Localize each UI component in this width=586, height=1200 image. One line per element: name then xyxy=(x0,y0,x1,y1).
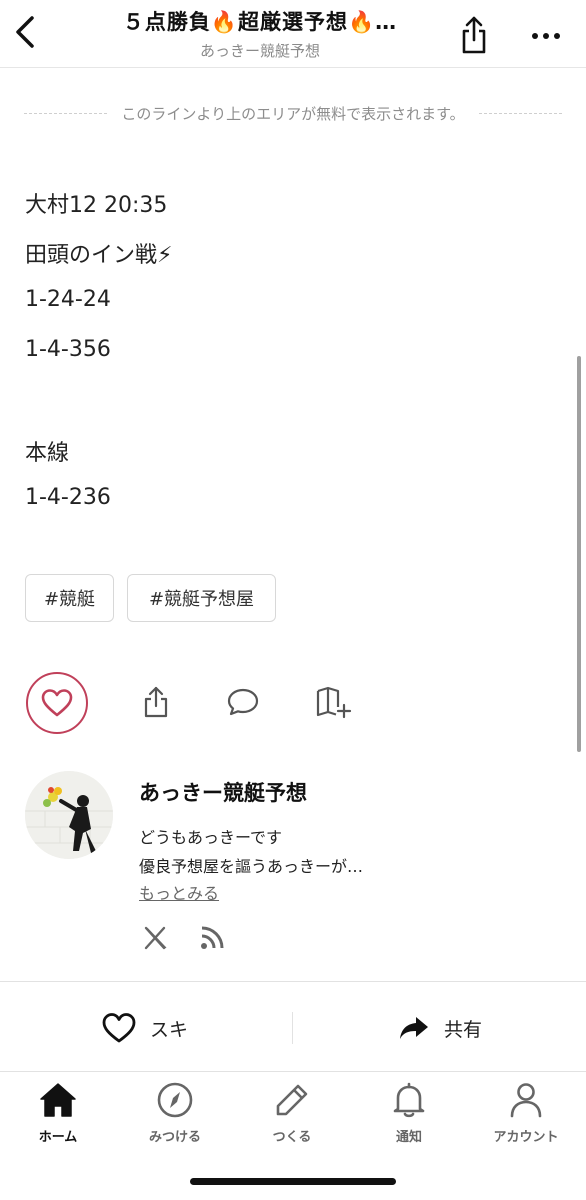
see-more-link[interactable]: もっとみる xyxy=(139,880,219,904)
comment-button[interactable] xyxy=(223,682,263,722)
more-icon xyxy=(532,33,560,39)
tab-label: みつける xyxy=(148,1130,201,1145)
share-bar-button[interactable]: 共有 xyxy=(398,1006,482,1050)
heart-icon xyxy=(41,689,73,717)
dashed-line xyxy=(24,112,108,114)
pencil-icon xyxy=(276,1084,308,1116)
body-line: 大村12 20:35 xyxy=(25,193,168,218)
add-to-magazine-button[interactable] xyxy=(313,682,353,722)
app-header: ５点勝負🔥超厳選予想🔥… あっきー競艇予想 xyxy=(0,0,586,68)
compass-icon xyxy=(157,1082,193,1118)
tab-create[interactable]: つくる xyxy=(237,1080,347,1150)
x-link[interactable] xyxy=(142,924,170,952)
creator-name[interactable]: あっきー競艇予想 xyxy=(139,777,307,807)
tab-discover[interactable]: みつける xyxy=(120,1080,230,1150)
like-bar-button[interactable]: スキ xyxy=(102,1006,188,1050)
tab-home[interactable]: ホーム xyxy=(3,1080,113,1150)
person-icon xyxy=(510,1083,542,1118)
tab-label: つくる xyxy=(272,1130,312,1145)
rss-link[interactable] xyxy=(198,924,226,952)
body-line: 1-4-236 xyxy=(25,485,111,510)
body-line: 田頭のイン戦⚡ xyxy=(25,243,173,268)
like-button[interactable] xyxy=(26,672,88,734)
more-button[interactable] xyxy=(526,22,566,50)
tab-label: ホーム xyxy=(38,1130,78,1145)
bell-icon xyxy=(393,1082,425,1118)
x-icon xyxy=(144,926,167,950)
share-arrow-icon xyxy=(400,1017,428,1039)
home-icon xyxy=(40,1083,76,1117)
page-subtitle: あっきー競艇予想 xyxy=(199,42,320,60)
share-button[interactable] xyxy=(456,12,492,56)
tab-notifications[interactable]: 通知 xyxy=(354,1080,464,1150)
paywall-divider: このラインより上のエリアが無料で表示されます。 xyxy=(24,100,563,126)
avatar[interactable] xyxy=(25,771,113,859)
comment-icon xyxy=(227,688,259,716)
tab-account[interactable]: アカウント xyxy=(471,1080,581,1150)
scrollbar[interactable] xyxy=(577,356,581,752)
hashtag-chip[interactable]: #競艇 xyxy=(25,574,114,622)
bar-separator xyxy=(292,1012,293,1044)
share-icon xyxy=(144,686,168,718)
creator-bio-line: どうもあっきーです xyxy=(139,828,283,847)
paywall-notice: このラインより上のエリアが無料で表示されます。 xyxy=(121,104,465,123)
hashtag-chip[interactable]: #競艇予想屋 xyxy=(127,574,276,622)
chevron-left-icon xyxy=(16,16,34,48)
title-block: ５点勝負🔥超厳選予想🔥… あっきー競艇予想 xyxy=(70,6,450,61)
back-button[interactable] xyxy=(8,10,44,54)
section-divider xyxy=(0,981,586,982)
body-line: 1-4-356 xyxy=(25,337,111,362)
home-indicator xyxy=(190,1178,396,1185)
creator-bio-line: 優良予想屋を謳うあっきーが… xyxy=(139,857,364,876)
page-title: ５点勝負🔥超厳選予想🔥… xyxy=(122,10,398,34)
share-article-button[interactable] xyxy=(136,682,176,722)
tab-label: 通知 xyxy=(395,1130,422,1145)
heart-icon xyxy=(102,1013,136,1043)
body-line: 1-24-24 xyxy=(25,287,111,312)
dashed-line xyxy=(478,112,563,114)
tab-label: アカウント xyxy=(493,1130,559,1145)
body-line: 本線 xyxy=(25,441,70,466)
like-bar-label: スキ xyxy=(150,1018,189,1041)
avatar-image xyxy=(25,771,113,859)
rss-icon xyxy=(201,926,224,949)
share-bar-label: 共有 xyxy=(444,1018,483,1041)
share-icon xyxy=(462,16,486,54)
magazine-add-icon xyxy=(316,686,352,719)
